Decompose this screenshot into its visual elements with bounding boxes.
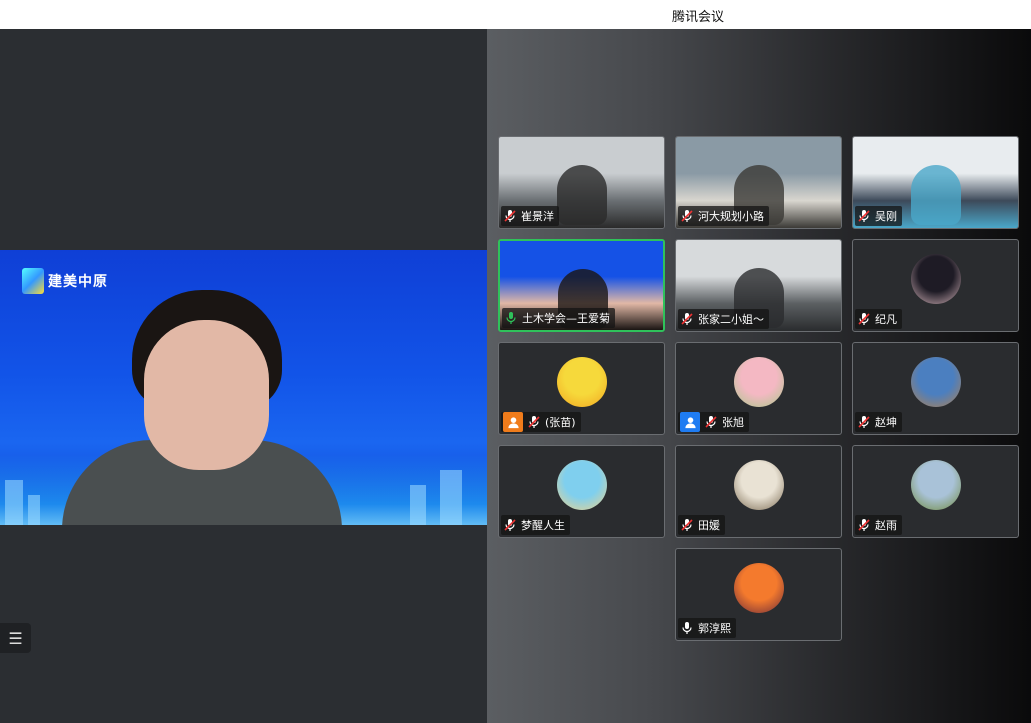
- speaker-person: [62, 290, 342, 525]
- user-icon: [680, 412, 700, 432]
- main-stage: 建美中原 ☰: [0, 29, 487, 723]
- background-building: [28, 495, 40, 525]
- participant-label: 郭淳熙: [678, 618, 736, 638]
- participant-name: 崔景洋: [521, 210, 554, 223]
- title-bar: 腾讯会议: [0, 0, 1031, 29]
- participant-label: 纪凡: [855, 309, 902, 329]
- participant-avatar: [911, 357, 961, 407]
- participant-name: 吴刚: [875, 210, 897, 223]
- participant-silhouette: [911, 165, 961, 225]
- participant-tile[interactable]: 崔景洋: [498, 136, 665, 229]
- mic-icon: [680, 621, 694, 635]
- participant-label: 梦醒人生: [501, 515, 570, 535]
- participant-label: 张家二小姐～: [678, 309, 769, 329]
- participant-tile[interactable]: 张家二小姐～: [675, 239, 842, 332]
- logo-mark: [22, 268, 44, 294]
- participant-avatar: [734, 563, 784, 613]
- participant-name: 纪凡: [875, 313, 897, 326]
- logo-text: 建美中原: [48, 274, 108, 290]
- list-toggle-button[interactable]: ☰: [0, 623, 31, 653]
- participant-tile[interactable]: 梦醒人生: [498, 445, 665, 538]
- participant-name: 河大规划小路: [698, 210, 764, 223]
- participant-silhouette: [557, 165, 607, 225]
- participant-tile[interactable]: 赵坤: [852, 342, 1019, 435]
- participant-avatar: [557, 460, 607, 510]
- participant-avatar: [911, 254, 961, 304]
- participant-tile[interactable]: 土木学会—王爱菊: [498, 239, 665, 332]
- participant-name: 田媛: [698, 519, 720, 532]
- mic-muted-icon: [503, 209, 517, 223]
- participant-label: 吴刚: [855, 206, 902, 226]
- background-building: [410, 485, 426, 525]
- participant-tile[interactable]: (张苗): [498, 342, 665, 435]
- participant-label: 土木学会—王爱菊: [502, 308, 615, 328]
- background-building: [5, 480, 23, 525]
- speaker-face: [144, 320, 269, 470]
- speaker-video[interactable]: 建美中原: [0, 250, 487, 525]
- mic-muted-icon: [857, 415, 871, 429]
- mic-muted-icon: [857, 518, 871, 532]
- participant-avatar: [911, 460, 961, 510]
- participant-tile[interactable]: 郭淳熙: [675, 548, 842, 641]
- participant-name: 土木学会—王爱菊: [522, 312, 610, 325]
- participant-gallery: 崔景洋 河大规划小路 吴刚土木学会—王爱菊 张家二小姐～ 纪凡 (张苗) 张旭 赵坤梦醒人生 田…: [487, 29, 1031, 723]
- participant-name: 张旭: [722, 416, 744, 429]
- participant-tile[interactable]: 纪凡: [852, 239, 1019, 332]
- participant-name: 赵坤: [875, 416, 897, 429]
- participant-name: (张苗): [545, 416, 576, 429]
- participant-tile[interactable]: 张旭: [675, 342, 842, 435]
- participant-tile[interactable]: 田媛: [675, 445, 842, 538]
- mic-muted-icon: [680, 209, 694, 223]
- mic-muted-icon: [680, 312, 694, 326]
- mic-muted-icon: [857, 209, 871, 223]
- participant-label: 张旭: [678, 412, 749, 432]
- mic-muted-icon: [704, 415, 718, 429]
- list-icon: ☰: [8, 628, 23, 648]
- participant-name: 赵雨: [875, 519, 897, 532]
- participant-avatar: [557, 357, 607, 407]
- participant-label: 河大规划小路: [678, 206, 769, 226]
- window-title: 腾讯会议: [671, 10, 724, 25]
- background-building: [440, 470, 462, 525]
- participant-name: 张家二小姐～: [698, 313, 764, 326]
- mic-muted-icon: [680, 518, 694, 532]
- participant-name: 郭淳熙: [698, 622, 731, 635]
- participant-label: 田媛: [678, 515, 725, 535]
- participant-tile[interactable]: 吴刚: [852, 136, 1019, 229]
- participant-tile[interactable]: 赵雨: [852, 445, 1019, 538]
- mic-muted-icon: [503, 518, 517, 532]
- mic-speaking-icon: [504, 311, 518, 325]
- participant-avatar: [734, 460, 784, 510]
- user-icon: [503, 412, 523, 432]
- mic-muted-icon: [527, 415, 541, 429]
- participant-label: 崔景洋: [501, 206, 559, 226]
- participant-label: 赵雨: [855, 515, 902, 535]
- mic-muted-icon: [857, 312, 871, 326]
- participant-label: (张苗): [501, 412, 581, 432]
- participant-label: 赵坤: [855, 412, 902, 432]
- participant-name: 梦醒人生: [521, 519, 565, 532]
- participant-avatar: [734, 357, 784, 407]
- participant-tile[interactable]: 河大规划小路: [675, 136, 842, 229]
